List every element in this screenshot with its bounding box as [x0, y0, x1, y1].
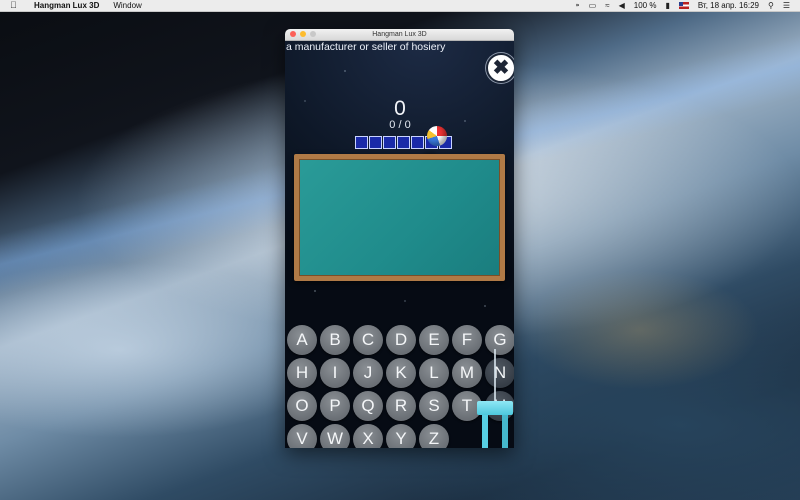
key-w[interactable]: W — [320, 424, 350, 448]
stool-leg — [502, 415, 508, 448]
letter-slot — [383, 136, 396, 149]
key-c[interactable]: C — [353, 325, 383, 355]
key-j[interactable]: J — [353, 358, 383, 388]
key-p[interactable]: P — [320, 391, 350, 421]
beach-ball-icon — [427, 126, 447, 146]
letter-slot — [397, 136, 410, 149]
clock[interactable]: Вт, 18 апр. 16:29 — [698, 1, 759, 10]
battery-icon[interactable]: ▮ — [665, 0, 669, 11]
bluetooth-icon[interactable]: ⁍ — [576, 0, 580, 11]
key-g[interactable]: G — [485, 325, 514, 355]
key-k[interactable]: K — [386, 358, 416, 388]
game-area: a manufacturer or seller of hosiery ✖ 0 … — [285, 41, 514, 448]
key-e[interactable]: E — [419, 325, 449, 355]
volume-icon[interactable]: ◀ — [619, 0, 625, 11]
word-hint: a manufacturer or seller of hosiery — [286, 41, 446, 53]
key-i[interactable]: I — [320, 358, 350, 388]
apple-icon[interactable]:  — [10, 0, 20, 11]
key-l[interactable]: L — [419, 358, 449, 388]
title-bar[interactable]: Hangman Lux 3D — [285, 29, 514, 41]
key-h[interactable]: H — [287, 358, 317, 388]
key-o[interactable]: O — [287, 391, 317, 421]
menu-bar:  Hangman Lux 3D Window ⁍ ▭ ≈ ◀ 100 % ▮ … — [0, 0, 800, 12]
key-f[interactable]: F — [452, 325, 482, 355]
menu-app-name[interactable]: Hangman Lux 3D — [34, 1, 99, 10]
window-minimize-button[interactable] — [300, 31, 306, 37]
wifi-icon[interactable]: ≈ — [605, 0, 609, 11]
key-r[interactable]: R — [386, 391, 416, 421]
chalkboard — [294, 154, 505, 281]
menu-window[interactable]: Window — [113, 1, 141, 10]
key-q[interactable]: Q — [353, 391, 383, 421]
key-b[interactable]: B — [320, 325, 350, 355]
key-y[interactable]: Y — [386, 424, 416, 448]
letter-slot — [369, 136, 382, 149]
gallows-stool — [477, 349, 513, 448]
letter-slot — [411, 136, 424, 149]
rope — [494, 349, 496, 401]
score: 0 — [394, 97, 406, 120]
spotlight-search-icon[interactable]: ⚲ — [768, 0, 774, 11]
window-close-button[interactable] — [290, 31, 296, 37]
close-icon: ✖ — [492, 57, 510, 79]
battery-percent[interactable]: 100 % — [634, 1, 657, 10]
key-d[interactable]: D — [386, 325, 416, 355]
window-zoom-button[interactable] — [310, 31, 316, 37]
window-title: Hangman Lux 3D — [372, 31, 427, 38]
key-z[interactable]: Z — [419, 424, 449, 448]
app-window: Hangman Lux 3D a manufacturer or seller … — [285, 29, 514, 448]
key-v[interactable]: V — [287, 424, 317, 448]
airplay-icon[interactable]: ▭ — [589, 0, 597, 11]
stool-seat — [477, 401, 513, 415]
letter-slot — [355, 136, 368, 149]
status-area: ⁍ ▭ ≈ ◀ 100 % ▮ Вт, 18 апр. 16:29 ⚲ ☰ — [576, 0, 790, 11]
key-a[interactable]: A — [287, 325, 317, 355]
close-game-button[interactable]: ✖ — [486, 53, 514, 83]
key-x[interactable]: X — [353, 424, 383, 448]
window-controls — [290, 31, 316, 37]
stool-leg — [482, 415, 488, 448]
notification-center-icon[interactable]: ☰ — [783, 0, 790, 11]
input-source-flag-icon[interactable] — [678, 2, 689, 9]
progress-counter: 0 / 0 — [389, 119, 411, 131]
key-s[interactable]: S — [419, 391, 449, 421]
